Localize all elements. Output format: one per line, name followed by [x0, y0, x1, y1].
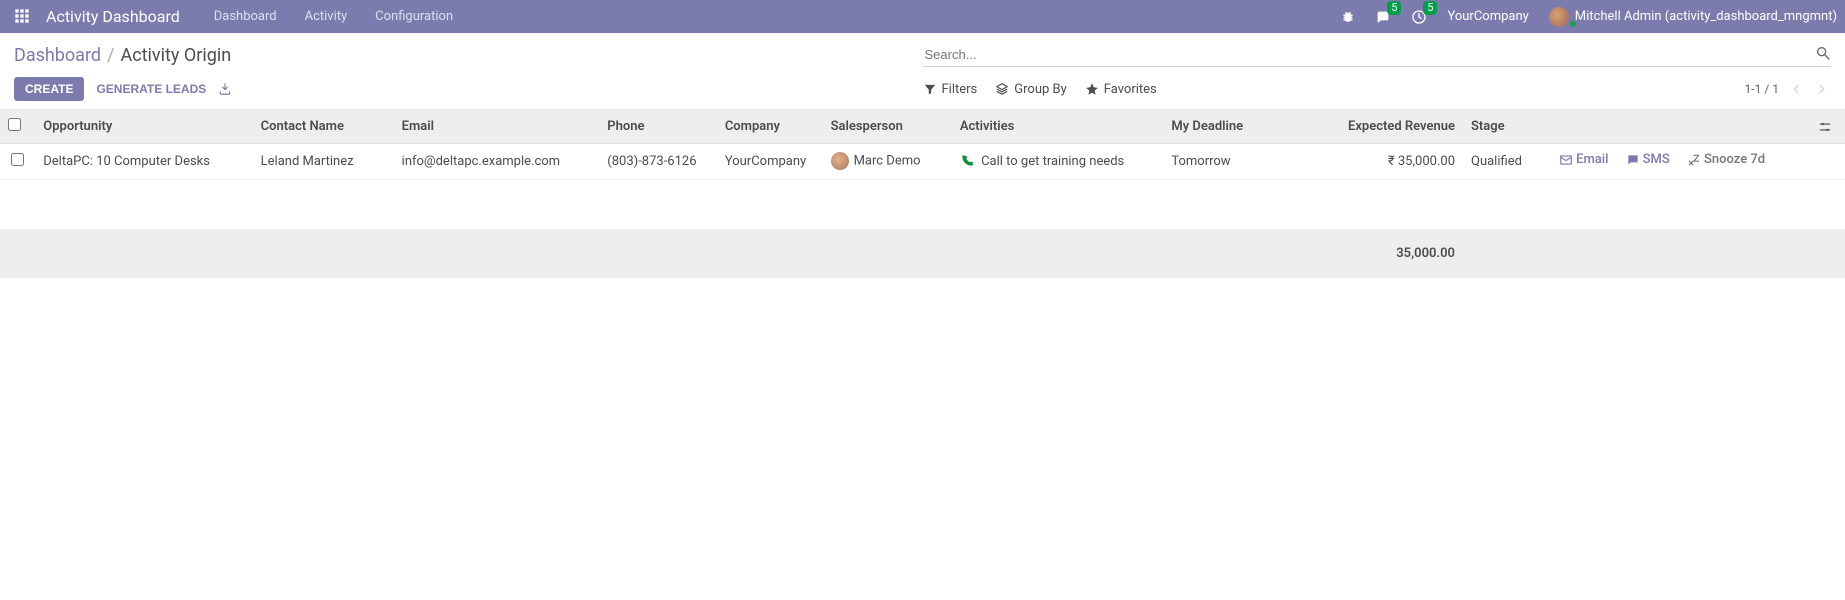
records-table: Opportunity Contact Name Email Phone Com…	[0, 110, 1845, 278]
action-email[interactable]: Email	[1559, 152, 1608, 167]
col-deadline[interactable]: My Deadline	[1163, 110, 1339, 144]
user-menu[interactable]: Mitchell Admin (activity_dashboard_mngmn…	[1549, 7, 1837, 27]
optional-columns-icon[interactable]	[1810, 110, 1845, 144]
cell-activities[interactable]: Call to get training needs	[952, 144, 1164, 180]
nav-menu-dashboard[interactable]: Dashboard	[200, 9, 291, 24]
pager-prev-icon[interactable]	[1787, 82, 1805, 97]
nav-menu-activity[interactable]: Activity	[291, 9, 362, 24]
control-panel: Dashboard / Activity Origin CREATE GENER…	[0, 33, 1845, 110]
nav-menu-configuration[interactable]: Configuration	[361, 9, 467, 24]
create-button[interactable]: CREATE	[14, 77, 84, 101]
col-opportunity[interactable]: Opportunity	[35, 110, 252, 144]
activities-icon[interactable]: 5	[1411, 9, 1427, 25]
table-header-row: Opportunity Contact Name Email Phone Com…	[0, 110, 1845, 144]
cell-deadline: Tomorrow	[1163, 144, 1339, 180]
avatar-icon	[1549, 7, 1569, 27]
salesperson-name: Marc Demo	[854, 154, 921, 169]
activities-badge: 5	[1423, 1, 1437, 15]
col-email[interactable]: Email	[394, 110, 600, 144]
pager-next-icon[interactable]	[1813, 82, 1831, 97]
debug-icon[interactable]	[1341, 10, 1355, 24]
action-email-label: Email	[1576, 152, 1608, 167]
breadcrumb: Dashboard / Activity Origin	[14, 43, 923, 67]
col-revenue[interactable]: Expected Revenue	[1340, 110, 1463, 144]
action-sms[interactable]: SMS	[1626, 152, 1670, 167]
right-controls: Filters Group By Favorites 1-1 / 1	[923, 77, 1832, 101]
pager: 1-1 / 1	[1745, 82, 1831, 97]
breadcrumb-parent[interactable]: Dashboard	[14, 45, 101, 66]
search-input[interactable]	[923, 43, 1832, 67]
cell-opportunity: DeltaPC: 10 Computer Desks	[35, 144, 252, 180]
breadcrumb-sep: /	[107, 45, 114, 66]
star-icon	[1085, 82, 1099, 96]
apps-icon[interactable]	[14, 8, 32, 26]
row-checkbox[interactable]	[11, 153, 24, 166]
left-buttons: CREATE GENERATE LEADS	[14, 77, 923, 101]
messaging-badge: 5	[1387, 1, 1401, 15]
footer-row: 35,000.00	[0, 229, 1845, 277]
action-snooze[interactable]: Snooze 7d	[1687, 152, 1765, 167]
cell-company: YourCompany	[717, 144, 823, 180]
table-row[interactable]: DeltaPC: 10 Computer Desks Leland Martin…	[0, 144, 1845, 180]
group-by-button[interactable]: Group By	[995, 82, 1067, 97]
activity-text: Call to get training needs	[981, 154, 1124, 169]
cell-phone: (803)-873-6126	[599, 144, 717, 180]
cell-stage: Qualified	[1463, 144, 1551, 180]
filters-button[interactable]: Filters	[923, 82, 978, 97]
favorites-button[interactable]: Favorites	[1085, 82, 1157, 97]
search-bar	[923, 43, 1832, 67]
row-actions: Email SMS Snooze 7d	[1551, 144, 1810, 180]
layers-icon	[995, 82, 1009, 96]
filter-icon	[923, 82, 937, 96]
col-activities[interactable]: Activities	[952, 110, 1164, 144]
cell-salesperson: Marc Demo	[823, 144, 952, 180]
presence-dot-icon	[1569, 20, 1577, 28]
cell-email: info@deltapc.example.com	[394, 144, 600, 180]
col-salesperson[interactable]: Salesperson	[823, 110, 952, 144]
action-snooze-label: Snooze 7d	[1704, 152, 1765, 167]
select-all-checkbox[interactable]	[8, 118, 21, 131]
envelope-icon	[1559, 153, 1573, 167]
col-company[interactable]: Company	[717, 110, 823, 144]
col-phone[interactable]: Phone	[599, 110, 717, 144]
brand-title[interactable]: Activity Dashboard	[46, 7, 180, 26]
top-navbar: Activity Dashboard Dashboard Activity Co…	[0, 0, 1845, 33]
messaging-icon[interactable]: 5	[1375, 9, 1391, 25]
cell-contact: Leland Martinez	[253, 144, 394, 180]
col-stage[interactable]: Stage	[1463, 110, 1551, 144]
export-icon[interactable]	[218, 82, 232, 97]
generate-leads-button[interactable]: GENERATE LEADS	[94, 78, 208, 100]
avatar-icon	[831, 152, 849, 170]
sms-icon	[1626, 153, 1640, 167]
col-contact[interactable]: Contact Name	[253, 110, 394, 144]
group-by-label: Group By	[1014, 82, 1067, 97]
search-icon[interactable]	[1815, 45, 1831, 61]
cell-revenue: ₹ 35,000.00	[1340, 144, 1463, 180]
company-switcher[interactable]: YourCompany	[1447, 9, 1528, 24]
empty-row	[0, 179, 1845, 229]
footer-total: 35,000.00	[1340, 229, 1463, 277]
snooze-icon	[1687, 153, 1701, 167]
phone-icon	[960, 154, 977, 169]
user-name: Mitchell Admin (activity_dashboard_mngmn…	[1575, 9, 1837, 24]
favorites-label: Favorites	[1104, 82, 1157, 97]
pager-text[interactable]: 1-1 / 1	[1745, 82, 1779, 96]
action-sms-label: SMS	[1643, 152, 1670, 167]
filters-label: Filters	[942, 82, 978, 97]
breadcrumb-current: Activity Origin	[121, 45, 232, 66]
